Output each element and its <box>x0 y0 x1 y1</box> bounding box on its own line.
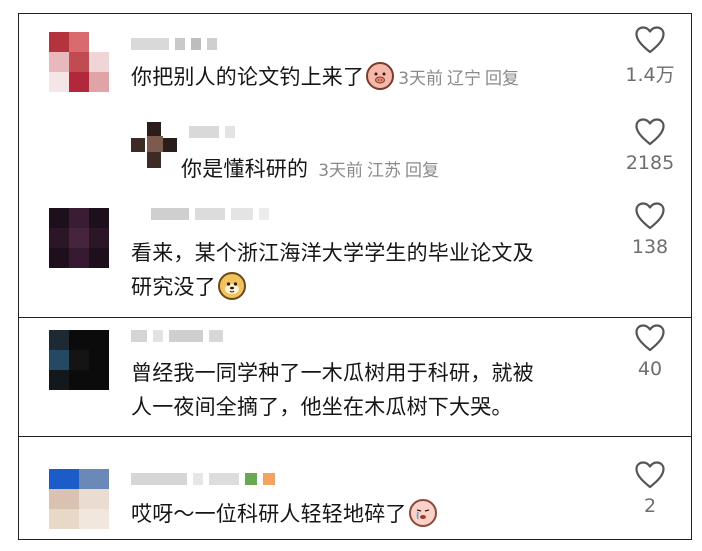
reply-button[interactable]: 回复 <box>405 161 439 181</box>
comment-body: 你把别人的论文钓上来了 3天前 辽宁 回复 <box>131 60 519 96</box>
comment-text-line-2: 研究没了 <box>131 270 534 304</box>
comment-thread-4: 哎呀～一位科研人轻轻地碎了 2 <box>18 437 692 540</box>
comment-thread-2: 看来，某个浙江海洋大学学生的毕业论文及 研究没了 138 <box>18 194 692 318</box>
like-count: 138 <box>631 236 669 258</box>
comment-text-line: 研究没了 <box>131 275 216 299</box>
pig-face-emoji <box>366 62 395 90</box>
comment-thread-1: 你把别人的论文钓上来了 3天前 辽宁 回复 1.4万 你是懂科研的 3天前 江苏 回复 <box>18 13 692 195</box>
comment-text-line: 看来，某个浙江海洋大学学生的毕业论文及 <box>131 241 534 265</box>
reply-body: 你是懂科研的 3天前 江苏 回复 <box>181 152 439 188</box>
avatar[interactable] <box>49 208 109 268</box>
comment-location: 辽宁 <box>447 69 482 89</box>
comment-meta: 3天前 辽宁 回复 <box>394 69 519 89</box>
like-button[interactable]: 1.4万 <box>615 26 685 87</box>
heart-icon <box>635 118 665 146</box>
like-button[interactable]: 2185 <box>615 118 685 174</box>
like-button[interactable]: 40 <box>615 324 685 380</box>
comment-body: 哎呀～一位科研人轻轻地碎了 <box>131 497 437 531</box>
comment-text: 你把别人的论文钓上来了 <box>131 65 365 89</box>
like-count: 1.4万 <box>625 64 675 86</box>
username-redacted[interactable] <box>151 208 275 220</box>
comment-text-line: 曾经我一同学种了一木瓜树用于科研，就被 <box>131 361 534 385</box>
avatar[interactable] <box>49 469 109 529</box>
comment-location: 江苏 <box>367 161 402 181</box>
heart-icon <box>635 324 665 352</box>
avatar[interactable] <box>131 122 177 168</box>
comment-text-line: 人一夜间全摘了，他坐在木瓜树下大哭。 <box>131 395 513 419</box>
puppy-face-emoji <box>217 272 246 300</box>
comment-time: 3天前 <box>318 161 364 181</box>
comment-meta: 3天前 江苏 回复 <box>314 161 439 181</box>
like-count: 2185 <box>625 152 675 174</box>
avatar[interactable] <box>49 330 109 390</box>
like-count: 2 <box>643 495 657 517</box>
comment-text: 你是懂科研的 <box>181 157 309 181</box>
heart-icon <box>635 202 665 230</box>
heart-icon <box>635 461 665 489</box>
comment-body: 看来，某个浙江海洋大学学生的毕业论文及 研究没了 <box>131 236 534 304</box>
like-count: 40 <box>637 358 663 380</box>
username-redacted[interactable] <box>131 38 223 50</box>
avatar[interactable] <box>49 32 109 92</box>
reply-button[interactable]: 回复 <box>485 69 519 89</box>
username-redacted[interactable] <box>189 126 241 138</box>
username-redacted[interactable] <box>131 473 281 485</box>
heart-icon <box>635 26 665 54</box>
like-button[interactable]: 2 <box>615 461 685 517</box>
crying-peach-emoji <box>408 499 437 527</box>
comment-time: 3天前 <box>398 69 444 89</box>
like-button[interactable]: 138 <box>615 202 685 258</box>
username-redacted[interactable] <box>131 330 229 342</box>
comment-text: 哎呀～一位科研人轻轻地碎了 <box>131 502 407 526</box>
comment-thread-3: 曾经我一同学种了一木瓜树用于科研，就被 人一夜间全摘了，他坐在木瓜树下大哭。 4… <box>18 318 692 437</box>
comment-body: 曾经我一同学种了一木瓜树用于科研，就被 人一夜间全摘了，他坐在木瓜树下大哭。 <box>131 356 534 424</box>
